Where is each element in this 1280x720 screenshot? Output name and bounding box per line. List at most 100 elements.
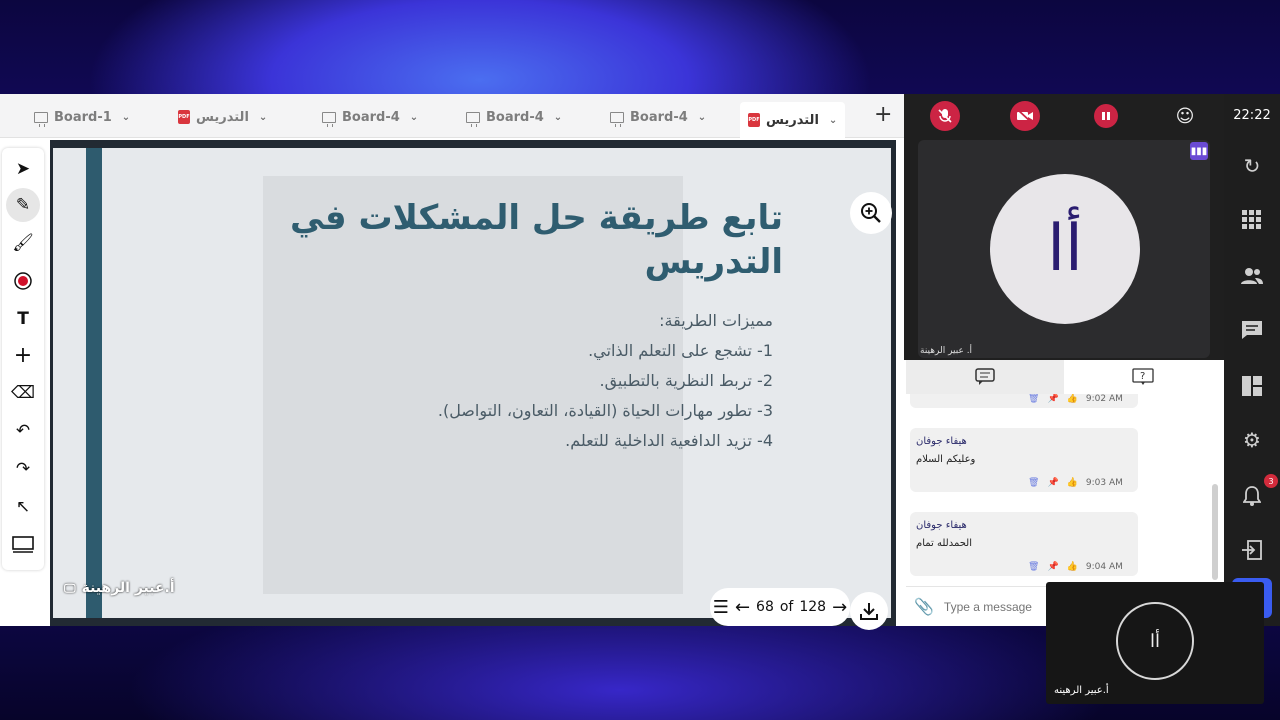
slide-stage: تابع طريقة حل المشكلات في التدريس مميزات… — [50, 140, 896, 630]
emoji-reaction-icon[interactable]: ☺ — [1170, 101, 1200, 131]
clock: 22:22 — [1233, 108, 1271, 123]
chevron-down-icon[interactable]: ⌄ — [410, 112, 418, 123]
attachment-icon[interactable]: 📎 — [914, 597, 934, 616]
video-area: أا ▮▮▮ أ. عبير الرهينة — [904, 138, 1224, 360]
slide-body: مميزات الطريقة: 1- تشجع على التعلم الذات… — [353, 306, 773, 456]
chat-tabs: ? — [906, 360, 1222, 394]
delete-icon[interactable]: 🗑 — [1028, 394, 1039, 404]
tab-chat[interactable] — [906, 360, 1064, 394]
thumbs-up-icon[interactable]: 👍 — [1067, 394, 1078, 404]
color-picker-icon[interactable] — [6, 264, 40, 298]
pencil-tool-icon[interactable]: ✎ — [6, 188, 40, 222]
page-navigator: ☰ ← 68 of 128 → — [710, 588, 850, 626]
thumbs-up-icon[interactable]: 👍 — [1067, 478, 1078, 488]
presenter-name: أ.عبير الرهينة — [81, 580, 175, 596]
tab-label: Board-4 — [630, 109, 688, 125]
refresh-icon[interactable]: ↻ — [1238, 152, 1266, 180]
chevron-down-icon[interactable]: ⌄ — [122, 112, 130, 123]
notifications-bell-icon[interactable]: 3 — [1238, 474, 1278, 510]
tab-board-4c[interactable]: Board-4 ⌄ — [610, 102, 706, 132]
message-text: وعليكم السلام — [916, 454, 976, 465]
presentation-icon[interactable] — [6, 528, 40, 562]
message-meta: 🗑 📌 👍 9:02 AM — [1028, 394, 1123, 404]
pointer-arrow-icon[interactable]: ↖ — [6, 490, 40, 524]
chevron-down-icon[interactable]: ⌄ — [829, 115, 837, 126]
tab-board-4a[interactable]: Board-4 ⌄ — [322, 102, 418, 132]
chat-panel-icon[interactable] — [1238, 316, 1266, 344]
settings-gear-icon[interactable]: ⚙ — [1238, 426, 1266, 454]
pin-icon[interactable]: 📌 — [1047, 394, 1058, 404]
undo-icon[interactable]: ↶ — [6, 414, 40, 448]
tab-questions[interactable]: ? — [1064, 360, 1222, 394]
pin-icon[interactable]: 📌 — [1047, 478, 1058, 488]
question-icon: ? — [1132, 368, 1154, 385]
chat-message: هيفاء جوفان الحمدلله تمام 🗑 📌 👍 9:04 AM — [910, 512, 1138, 576]
tab-board-4b[interactable]: Board-4 ⌄ — [466, 102, 562, 132]
tab-pdf-active[interactable]: PDF التدريس ⌄ — [740, 102, 846, 138]
chat-message: 🗑 📌 👍 9:02 AM — [910, 394, 1138, 408]
delete-icon[interactable]: 🗑 — [1028, 478, 1039, 488]
zoom-in-icon — [861, 203, 881, 223]
drawing-toolbar: ➤ ✎ 🖌 T + ⌫ ↶ ↷ ↖ — [2, 148, 44, 570]
pause-icon — [1102, 112, 1110, 120]
whiteboard-icon — [610, 111, 624, 127]
classroom-app: Board-1 ⌄ PDF التدريس ⌄ Board-4 ⌄ Board-… — [0, 94, 1280, 630]
layout-icon[interactable] — [1238, 372, 1266, 400]
slide-line: 3- تطور مهارات الحياة (القيادة، التعاون،… — [437, 401, 773, 420]
pdf-icon: PDF — [178, 110, 190, 124]
self-avatar: أا — [1116, 602, 1194, 680]
participant-avatar: أا — [990, 174, 1140, 324]
tab-label: Board-1 — [54, 109, 112, 125]
participant-name: أ. عبير الرهينة — [920, 346, 973, 356]
current-page: 68 — [756, 599, 774, 615]
chevron-down-icon[interactable]: ⌄ — [259, 112, 267, 123]
chevron-down-icon[interactable]: ⌄ — [554, 112, 562, 123]
prev-page-icon[interactable]: ← — [735, 597, 750, 618]
zoom-in-button[interactable] — [850, 192, 892, 234]
mic-off-icon — [938, 109, 952, 123]
svg-text:?: ? — [1140, 371, 1145, 382]
participants-icon[interactable] — [1238, 262, 1266, 290]
tab-label: Board-4 — [486, 109, 544, 125]
tab-bar: Board-1 ⌄ PDF التدريس ⌄ Board-4 ⌄ Board-… — [0, 94, 904, 138]
message-text: الحمدلله تمام — [916, 538, 973, 549]
marker-tool-icon[interactable]: 🖌 — [6, 226, 40, 260]
menu-icon[interactable]: ☰ — [713, 597, 729, 618]
notification-count-badge: 3 — [1264, 474, 1278, 488]
chevron-down-icon[interactable]: ⌄ — [698, 112, 706, 123]
next-page-icon[interactable]: → — [832, 597, 847, 618]
tab-board-1[interactable]: Board-1 ⌄ — [34, 102, 130, 132]
thumbs-up-icon[interactable]: 👍 — [1067, 562, 1078, 572]
media-controls: ☺ — [904, 94, 1224, 138]
recording-button[interactable] — [1094, 104, 1118, 128]
tab-pdf-1[interactable]: PDF التدريس ⌄ — [178, 102, 267, 132]
redo-icon[interactable]: ↷ — [6, 452, 40, 486]
slide-line: 1- تشجع على التعلم الذاتي. — [588, 341, 773, 360]
chat-list: 🗑 📌 👍 9:02 AM هيفاء جوفان وعليكم السلام … — [906, 394, 1216, 584]
pin-icon[interactable]: 📌 — [1047, 562, 1058, 572]
slide-title-line-1: تابع طريقة حل المشكلات في — [290, 198, 783, 238]
delete-icon[interactable]: 🗑 — [1028, 562, 1039, 572]
message-time: 9:03 AM — [1085, 478, 1123, 488]
pdf-slide: تابع طريقة حل المشكلات في التدريس مميزات… — [53, 148, 891, 618]
slide-title: تابع طريقة حل المشكلات في التدريس — [203, 196, 783, 284]
participant-tile[interactable]: أا ▮▮▮ أ. عبير الرهينة — [918, 140, 1210, 358]
eraser-tool-icon[interactable]: ⌫ — [6, 376, 40, 410]
screen-icon: 🖵 — [64, 580, 76, 595]
exit-icon[interactable] — [1238, 536, 1266, 564]
pdf-icon: PDF — [748, 113, 760, 127]
mic-muted-button[interactable] — [930, 101, 960, 131]
self-video-tile[interactable]: أا أ.عبير الرهينه — [1046, 582, 1264, 704]
chat-scrollbar[interactable] — [1212, 484, 1218, 580]
text-tool-icon[interactable]: T — [6, 302, 40, 336]
download-button[interactable] — [850, 592, 888, 630]
page-of-label: of — [779, 599, 794, 615]
add-shape-icon[interactable]: + — [6, 338, 40, 372]
apps-grid-icon[interactable] — [1238, 206, 1266, 234]
message-sender: هيفاء جوفان — [916, 520, 967, 531]
camera-off-button[interactable] — [1010, 101, 1040, 131]
select-tool-icon[interactable]: ➤ — [6, 152, 40, 186]
slide-title-line-2: التدريس — [644, 242, 783, 282]
download-icon — [860, 603, 878, 620]
add-tab-button[interactable]: + — [874, 104, 892, 126]
